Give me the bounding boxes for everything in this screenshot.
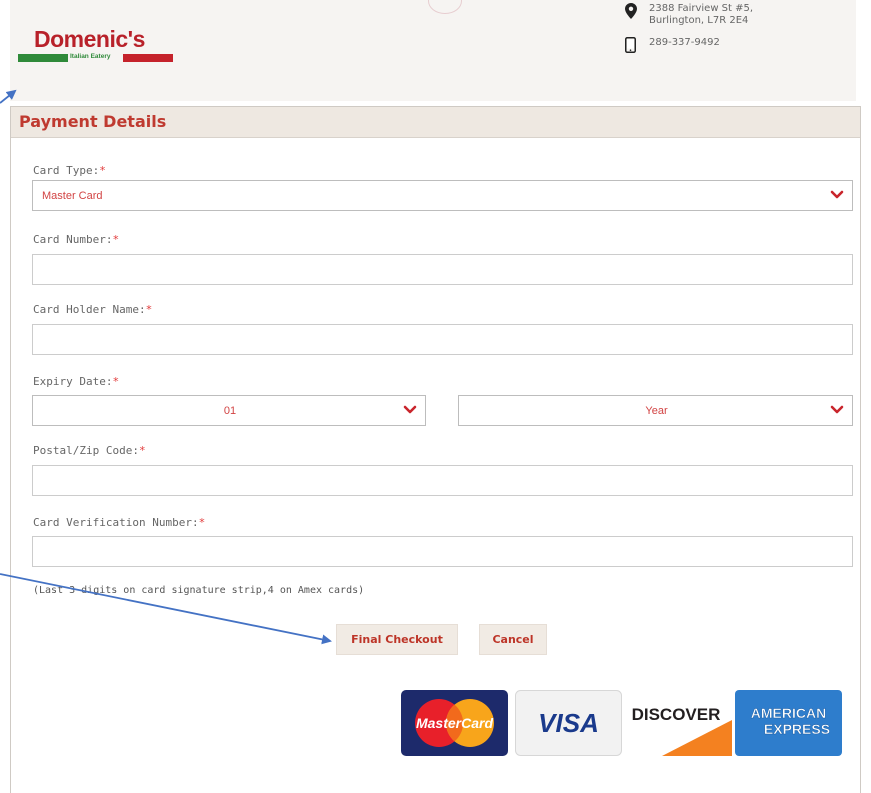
address-line-2: Burlington, L7R 2E4 [649,15,749,26]
amex-logo: AMERICAN EXPRESS [735,690,842,756]
discover-logo: DISCOVER [622,690,732,756]
logo-tagline: Italian Eatery [70,53,111,60]
phone-number[interactable]: 289-337-9492 [649,37,720,49]
cancel-button[interactable]: Cancel [479,624,547,655]
chevron-down-icon [830,404,844,416]
discover-text: DISCOVER [632,705,721,724]
cvn-label: Card Verification Number:* [33,516,206,529]
required-marker: * [145,303,153,316]
postal-code-input[interactable] [32,465,853,496]
cvn-hint: (Last 3 digits on card signature strip,4… [33,585,365,596]
cvn-input[interactable] [32,536,853,567]
expiry-month-select[interactable]: 01 [32,395,426,426]
final-checkout-button[interactable]: Final Checkout [336,624,458,655]
logo-green-bar [18,54,68,62]
mobile-phone-icon [625,37,636,57]
panel-title: Payment Details [19,112,167,131]
seal-emblem [428,0,462,14]
mastercard-text: MasterCard [416,715,493,731]
postal-code-label: Postal/Zip Code:* [33,444,146,457]
chevron-down-icon [403,404,417,416]
required-marker: * [112,375,120,388]
card-type-label: Card Type:* [33,164,106,177]
logo-name: Domenic's [34,26,145,52]
restaurant-logo[interactable]: Domenic's Italian Eatery [18,26,173,66]
card-type-value: Master Card [42,190,103,202]
card-holder-input[interactable] [32,324,853,355]
chevron-down-icon [830,189,844,201]
card-number-label: Card Number:* [33,233,120,246]
expiry-month-value: 01 [223,405,237,417]
expiry-date-label: Expiry Date:* [33,375,120,388]
required-marker: * [198,516,206,529]
expiry-year-value: Year [645,405,668,417]
panel-header: Payment Details [11,107,860,138]
map-pin-icon [625,3,637,23]
amex-line-1: AMERICAN [751,705,826,721]
required-marker: * [99,164,106,177]
expiry-year-select[interactable]: Year [458,395,853,426]
visa-logo: VISA [515,690,622,756]
card-type-select[interactable]: Master Card [32,180,853,211]
card-number-input[interactable] [32,254,853,285]
logo-red-bar [123,54,173,62]
visa-text: VISA [538,708,599,738]
card-holder-label: Card Holder Name:* [33,303,153,316]
mastercard-logo: MasterCard [401,690,508,756]
address-line-1: 2388 Fairview St #5, [649,3,754,14]
required-marker: * [112,233,120,246]
required-marker: * [138,444,146,457]
amex-line-2: EXPRESS [764,721,830,737]
